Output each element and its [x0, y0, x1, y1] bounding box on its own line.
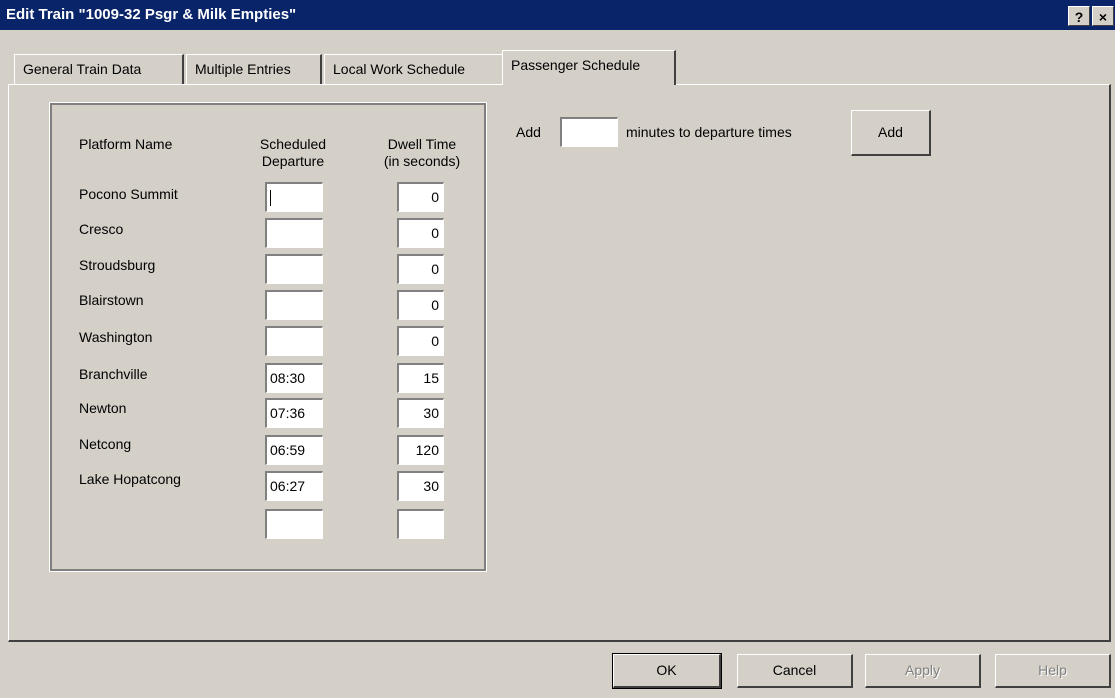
dwell-input[interactable]: 0 [397, 254, 444, 284]
header-platform-name: Platform Name [79, 136, 173, 152]
ok-button[interactable]: OK [612, 653, 722, 689]
platform-label: Stroudsburg [79, 257, 156, 273]
close-icon[interactable]: × [1092, 6, 1114, 26]
dwell-input[interactable]: 120 [397, 435, 444, 465]
departure-input[interactable] [265, 509, 323, 539]
window-title: Edit Train "1009-32 Psgr & Milk Empties" [6, 6, 297, 23]
dwell-input[interactable]: 30 [397, 398, 444, 428]
text-cursor [270, 190, 271, 207]
dwell-input[interactable]: 0 [397, 218, 444, 248]
tab-passenger-schedule[interactable]: Passenger Schedule [502, 50, 676, 85]
header-dwell-line1: Dwell Time [387, 136, 457, 152]
cancel-button[interactable]: Cancel [737, 654, 853, 688]
dwell-input[interactable]: 0 [397, 326, 444, 356]
add-suffix-label: minutes to departure times [626, 124, 792, 140]
tab-local-work-schedule[interactable]: Local Work Schedule [324, 54, 504, 84]
departure-input[interactable] [265, 290, 323, 320]
departure-input[interactable]: 08:30 [265, 363, 323, 393]
tab-multiple-entries[interactable]: Multiple Entries [186, 54, 322, 84]
departure-input[interactable] [265, 182, 323, 212]
add-prefix-label: Add [516, 124, 541, 140]
header-dwell-time: Dwell Time (in seconds) [367, 136, 477, 170]
header-scheduled-departure: Scheduled Departure [248, 136, 338, 170]
platform-label: Blairstown [79, 292, 144, 308]
dwell-input[interactable]: 15 [397, 363, 444, 393]
platform-label: Lake Hopatcong [79, 471, 181, 487]
departure-input[interactable] [265, 254, 323, 284]
departure-input[interactable]: 06:59 [265, 435, 323, 465]
platform-label: Pocono Summit [79, 186, 178, 202]
apply-button[interactable]: Apply [865, 654, 981, 688]
platform-label: Netcong [79, 436, 132, 452]
header-departure-line2: Departure [261, 153, 325, 169]
platform-label: Branchville [79, 366, 148, 382]
platform-label: Newton [79, 400, 127, 416]
dwell-input[interactable]: 0 [397, 182, 444, 212]
dwell-input[interactable]: 30 [397, 471, 444, 501]
help-icon[interactable]: ? [1068, 6, 1090, 26]
departure-input[interactable] [265, 326, 323, 356]
help-button[interactable]: Help [995, 654, 1111, 688]
tab-general-train-data[interactable]: General Train Data [14, 54, 184, 84]
departure-input[interactable]: 07:36 [265, 398, 323, 428]
platform-label: Cresco [79, 221, 124, 237]
title-bar: Edit Train "1009-32 Psgr & Milk Empties"… [0, 0, 1115, 30]
platform-label: Washington [79, 329, 153, 345]
header-departure-line1: Scheduled [259, 136, 327, 152]
dwell-input[interactable]: 0 [397, 290, 444, 320]
dwell-input[interactable] [397, 509, 444, 539]
add-minutes-button[interactable]: Add [851, 110, 931, 156]
minutes-input[interactable] [560, 117, 618, 147]
departure-input[interactable]: 06:27 [265, 471, 323, 501]
header-dwell-line2: (in seconds) [383, 153, 461, 169]
departure-input[interactable] [265, 218, 323, 248]
